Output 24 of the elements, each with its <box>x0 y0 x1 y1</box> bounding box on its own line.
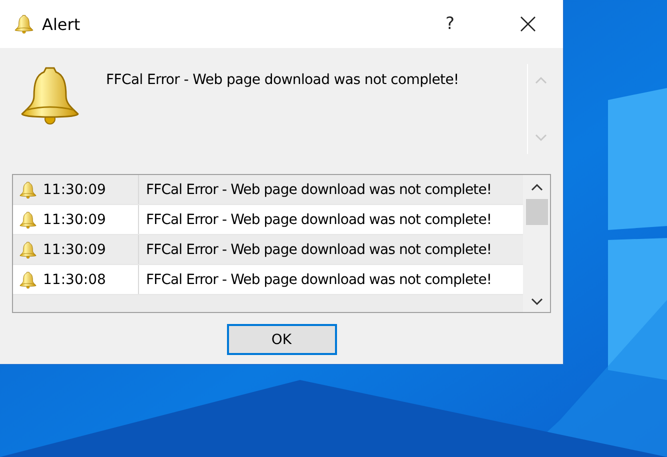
scroll-up-icon <box>530 183 542 191</box>
close-icon <box>520 16 536 32</box>
table-cell-text: FFCal Error - Web page download was not complete! <box>145 240 493 260</box>
time-text: 11:30:09 <box>43 212 106 228</box>
help-button[interactable]: ? <box>427 0 473 48</box>
bell-icon <box>19 240 37 258</box>
bell-icon <box>19 180 37 198</box>
time-text: 11:30:09 <box>43 182 106 198</box>
table-cell-text: FFCal Error - Web page download was not complete! <box>145 210 493 230</box>
time-text: 11:30:08 <box>43 272 106 288</box>
alert-message: FFCal Error - Web page download was not complete! <box>106 71 460 90</box>
scroll-down-icon <box>530 298 542 306</box>
scroll-down-icon <box>534 134 546 142</box>
window-title: Alert <box>42 14 82 34</box>
table-cell-text: FFCal Error - Web page download was not complete! <box>145 180 493 200</box>
table-cell-text: FFCal Error - Web page download was not complete! <box>145 270 493 290</box>
bell-icon <box>14 14 34 34</box>
bell-icon <box>19 210 37 228</box>
bell-icon <box>19 270 37 288</box>
time-text: 11:30:09 <box>43 242 106 258</box>
scroll-up-icon <box>534 76 546 84</box>
scrollbar[interactable] <box>523 175 550 312</box>
ok-button[interactable]: OK <box>226 324 336 355</box>
scroll-thumb[interactable] <box>526 199 548 225</box>
